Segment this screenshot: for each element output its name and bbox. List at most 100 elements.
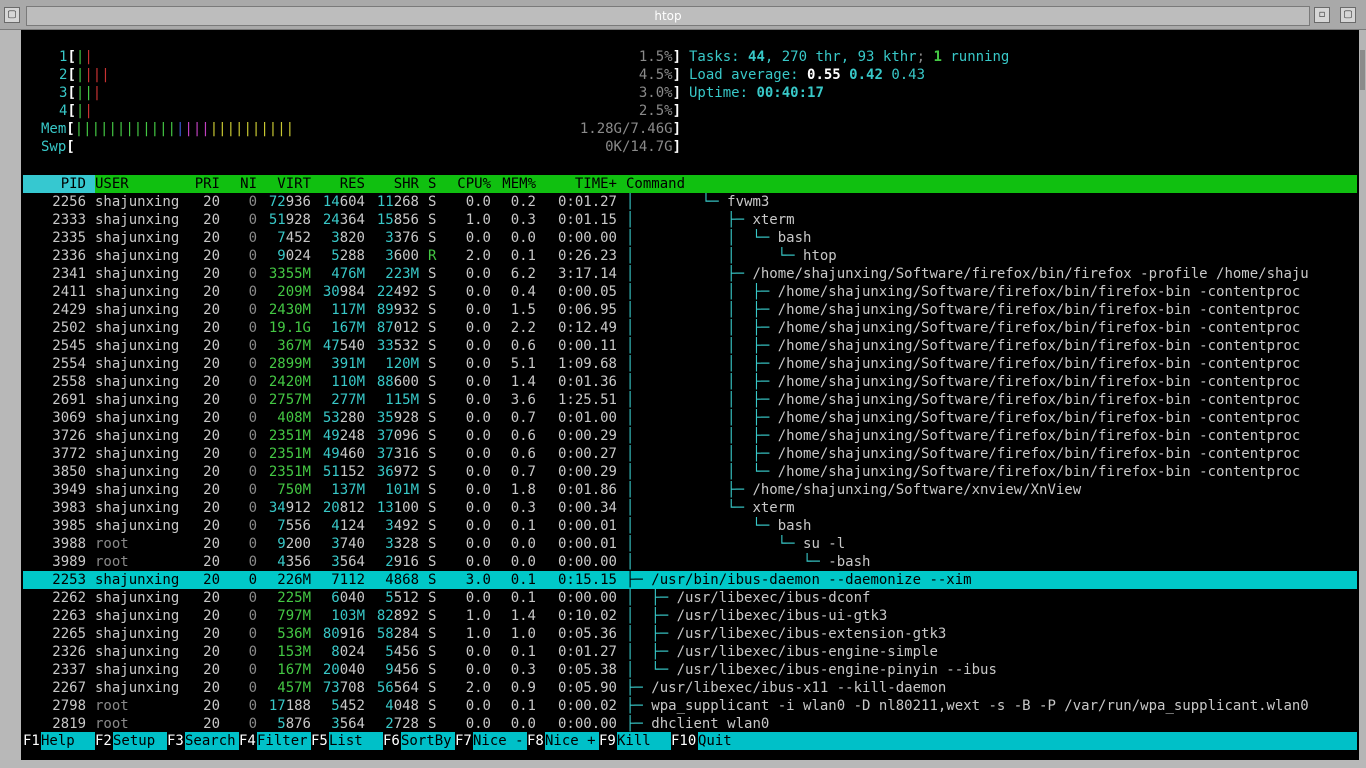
process-row[interactable]: 2262 shajunxing 20 0 225M 6040 5512 S 0.0 0.1 0:00… <box>23 589 1357 607</box>
cell-user: shajunxing <box>95 410 180 426</box>
process-row[interactable]: 2819 root 20 0 5876 3564 2728 S 0.0 0.0 0:00.00 ├─ … <box>23 715 1357 733</box>
mag-part: 15 <box>376 212 394 228</box>
fkey-f5[interactable]: F5 <box>311 732 328 750</box>
process-row[interactable]: 2691 shajunxing 20 0 2757M 277M 115M S 0.0 3.6 1:2… <box>23 391 1357 409</box>
mag-part: 225M <box>277 590 311 606</box>
cell-mem: 5.1 <box>510 356 536 372</box>
process-row[interactable]: 2545 shajunxing 20 0 367M 47540 33532 S 0.0 0.6 0:… <box>23 337 1357 355</box>
fkey-setup-button[interactable]: Setup <box>113 732 167 750</box>
fkey-f6[interactable]: F6 <box>383 732 400 750</box>
cell-cpu: 0.0 <box>465 716 491 732</box>
column-header-ni[interactable]: NI <box>223 175 257 193</box>
mag-part: 89 <box>376 302 394 318</box>
fkey-nice-button[interactable]: Nice + <box>545 732 599 750</box>
cell-s: S <box>428 446 437 462</box>
process-row[interactable]: 3989 root 20 0 4356 3564 2916 S 0.0 0.0 0:00.00 │ └… <box>23 553 1357 571</box>
process-row[interactable]: 2337 shajunxing 20 0 167M 20040 9456 S 0.0 0.3 0:0… <box>23 661 1357 679</box>
fkey-f2[interactable]: F2 <box>95 732 112 750</box>
fkey-f3[interactable]: F3 <box>167 732 184 750</box>
fkey-search-button[interactable]: Search <box>185 732 239 750</box>
scrollbar[interactable] <box>1359 30 1366 760</box>
column-header-res[interactable]: RES <box>311 175 365 193</box>
column-header-s[interactable]: S <box>428 175 437 193</box>
fkey-filter-button[interactable]: Filter <box>257 732 311 750</box>
cell-s: S <box>428 698 437 714</box>
process-row[interactable]: 2333 shajunxing 20 0 51928 24364 15856 S 1.0 0.3 0… <box>23 211 1357 229</box>
column-header[interactable]: PID USER PRI NI VIRT RES SHR S CPU% MEM% TIME+ Comm… <box>23 175 1357 193</box>
process-row[interactable]: 3988 root 20 0 9200 3740 3328 S 0.0 0.0 0:00.01 │ └… <box>23 535 1357 553</box>
cell-res: 3564 <box>331 716 365 732</box>
cell-pri: 20 <box>203 716 220 732</box>
column-header-user[interactable]: USER <box>95 175 195 193</box>
function-key-bar[interactable]: F1 Help F2 Setup F3 Search F4 Filter F5 List F6 Sor… <box>23 732 1357 750</box>
fkey-help-button[interactable]: Help <box>41 732 95 750</box>
column-header-cpu[interactable]: CPU% <box>446 175 491 193</box>
process-row[interactable]: 2341 shajunxing 20 0 3355M 476M 223M S 0.0 6.2 3:1… <box>23 265 1357 283</box>
cell-virt: 167M <box>257 661 311 679</box>
cell-pid: 2262 <box>52 590 86 606</box>
mag-part: 5 <box>331 698 340 714</box>
process-row[interactable]: 2335 shajunxing 20 0 7452 3820 3376 S 0.0 0.0 0:00… <box>23 229 1357 247</box>
fkey-f7[interactable]: F7 <box>455 732 472 750</box>
column-header-virt[interactable]: VIRT <box>257 175 311 193</box>
fkey-list-button[interactable]: List <box>329 732 383 750</box>
fkey-f9[interactable]: F9 <box>599 732 616 750</box>
column-header-time[interactable]: TIME+ <box>536 175 617 193</box>
process-row[interactable]: 2336 shajunxing 20 0 9024 5288 3600 R 2.0 0.1 0:26… <box>23 247 1357 265</box>
fkey-f1[interactable]: F1 <box>23 732 40 750</box>
fkey-f4[interactable]: F4 <box>239 732 256 750</box>
process-row[interactable]: 3949 shajunxing 20 0 750M 137M 101M S 0.0 1.8 0:01… <box>23 481 1357 499</box>
column-header-mem[interactable]: MEM% <box>491 175 536 193</box>
fkey-f10[interactable]: F10 <box>671 732 696 750</box>
process-row[interactable]: 2554 shajunxing 20 0 2899M 391M 120M S 0.0 5.1 1:0… <box>23 355 1357 373</box>
process-row[interactable]: 2326 shajunxing 20 0 153M 8024 5456 S 0.0 0.1 0:01… <box>23 643 1357 661</box>
cell-cpu: 3.0 <box>465 572 491 588</box>
cell-time: 0:05.90 <box>557 680 617 696</box>
column-header-shr[interactable]: SHR <box>365 175 419 193</box>
process-row[interactable]: 3985 shajunxing 20 0 7556 4124 3492 S 0.0 0.1 0:00… <box>23 517 1357 535</box>
mag-part: 13 <box>376 500 394 516</box>
process-row[interactable]: 2502 shajunxing 20 0 19.1G 167M 87012 S 0.0 2.2 0:… <box>23 319 1357 337</box>
process-row[interactable]: 2411 shajunxing 20 0 209M 30984 22492 S 0.0 0.4 0:… <box>23 283 1357 301</box>
cell-time: 0:01.36 <box>557 374 617 390</box>
process-row[interactable]: 2265 shajunxing 20 0 536M 80916 58284 S 1.0 1.0 0:… <box>23 625 1357 643</box>
titlebar[interactable]: ▢ htop ▫ ▢ <box>0 0 1366 30</box>
process-row[interactable]: 2267 shajunxing 20 0 457M 73708 56564 S 2.0 0.9 0:… <box>23 679 1357 697</box>
maximize-icon[interactable]: ▢ <box>1340 7 1356 23</box>
process-row[interactable]: 2558 shajunxing 20 0 2420M 110M 88600 S 0.0 1.4 0:… <box>23 373 1357 391</box>
column-header-command[interactable]: Command <box>626 175 1356 193</box>
column-header-pri[interactable]: PRI <box>193 175 220 193</box>
htop-terminal[interactable]: 1[|| 1.5%] 2[|||| 4.5%] 3[||| 3.0%] 4[|| 2.5%] M… <box>21 30 1359 760</box>
fkey-quit-button[interactable]: Quit <box>698 732 1328 750</box>
cell-pid: 2545 <box>52 338 86 354</box>
process-row[interactable]: 2253 shajunxing 20 0 226M 7112 4868 S 3.0 0.1 0:15… <box>23 571 1357 589</box>
cell-pri: 20 <box>203 284 220 300</box>
cell-time: 0:01.27 <box>557 644 617 660</box>
column-header-pid[interactable]: PID <box>23 175 95 193</box>
process-row[interactable]: 3069 shajunxing 20 0 408M 53280 35928 S 0.0 0.7 0:… <box>23 409 1357 427</box>
process-row[interactable]: 3983 shajunxing 20 0 34912 20812 13100 S 0.0 0.3 0… <box>23 499 1357 517</box>
fkey-sortby-button[interactable]: SortBy <box>401 732 455 750</box>
process-row[interactable]: 3850 shajunxing 20 0 2351M 51152 36972 S 0.0 0.7 0… <box>23 463 1357 481</box>
cell-pid: 2263 <box>52 608 86 624</box>
title-box[interactable]: htop <box>26 6 1310 26</box>
process-row[interactable]: 2263 shajunxing 20 0 797M 103M 82892 S 1.0 1.4 0:1… <box>23 607 1357 625</box>
scrollbar-thumb[interactable] <box>1360 50 1365 90</box>
process-row[interactable]: 2256 shajunxing 20 0 72936 14604 11268 S 0.0 0.2 0… <box>23 193 1357 211</box>
cell-res: 53280 <box>322 410 365 426</box>
tree-branch: │ └─ <box>626 518 778 534</box>
minimize-icon[interactable]: ▫ <box>1314 7 1330 23</box>
process-row[interactable]: 3726 shajunxing 20 0 2351M 49248 37096 S 0.0 0.6 0… <box>23 427 1357 445</box>
command-text: /home/shajunxing/Software/firefox/bin/fi… <box>777 320 1301 336</box>
cpu-percent-value: 3.0% <box>638 85 673 101</box>
window-menu-icon[interactable]: ▢ <box>4 7 20 23</box>
fkey-f8[interactable]: F8 <box>527 732 544 750</box>
cell-mem: 0.1 <box>510 248 536 264</box>
process-row[interactable]: 2798 root 20 0 17188 5452 4048 S 0.0 0.1 0:00.02 ├─… <box>23 697 1357 715</box>
process-row[interactable]: 3772 shajunxing 20 0 2351M 49460 37316 S 0.0 0.6 0… <box>23 445 1357 463</box>
fkey-nice-button[interactable]: Nice - <box>473 732 527 750</box>
tree-branch: │ │ ├─ <box>626 374 778 390</box>
fkey-kill-button[interactable]: Kill <box>617 732 671 750</box>
cell-time: 0:00.01 <box>557 536 617 552</box>
process-row[interactable]: 2429 shajunxing 20 0 2430M 117M 89932 S 0.0 1.5 0:… <box>23 301 1357 319</box>
